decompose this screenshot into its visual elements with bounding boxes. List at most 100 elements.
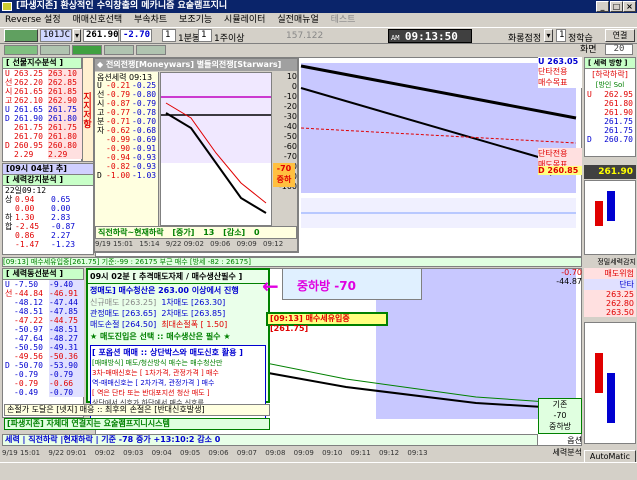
tab-5[interactable]	[136, 45, 166, 55]
data-row: -0.99 -0.69	[95, 135, 158, 144]
maximize-button[interactable]: □	[610, 1, 623, 12]
info-sub1: [매매방식] 매도/청산방식 매수는 매수청산만	[92, 359, 223, 367]
right-field[interactable]: 1	[556, 29, 566, 42]
popup-footer: 직전하락~현재하락 [중가] 13 [감소] 0	[95, 226, 297, 239]
menu-manual[interactable]: 실전매뉴얼	[277, 15, 318, 25]
data-row: 고 262.10 262.90	[3, 96, 82, 105]
period-label: 1분봉	[178, 34, 201, 44]
row-val-b: 261.80	[48, 114, 82, 123]
row-val-a: -2.45	[15, 222, 40, 231]
data-row: 상 0.94 0.65	[3, 195, 93, 204]
mini-candle-2	[607, 191, 615, 221]
price-tag-d: D 260.85	[538, 166, 582, 175]
popup-date-6: 09:12	[262, 240, 284, 248]
row-val-a: -0.79	[14, 370, 39, 379]
row-val-a: -0.94	[106, 153, 131, 162]
row-key: 합	[5, 222, 13, 231]
data-row: 261.75 261.75	[3, 123, 82, 132]
period-field[interactable]: 1	[162, 29, 176, 42]
row-val-a: -0.79	[14, 379, 39, 388]
tag-p1: 263.25	[584, 290, 636, 299]
screen-number[interactable]: 20	[605, 44, 633, 55]
data-row: 261.70 261.80	[3, 132, 82, 141]
row-key: 시	[5, 87, 13, 96]
data-row: -0.79 -0.79	[3, 370, 84, 379]
row-val-a: 0.86	[15, 231, 35, 240]
row-key: D	[587, 135, 592, 144]
row-key: D	[5, 141, 10, 150]
data-row: U 263.25 263.10	[3, 69, 82, 78]
close-button[interactable]: ×	[623, 1, 636, 12]
info-line4: 매도손절 [264.50] 최대손절폭 [ 1.50]	[88, 319, 268, 330]
code-dropdown-icon[interactable]: ▾	[73, 29, 81, 42]
data-row: 분 -0.71 -0.70	[95, 117, 158, 126]
tab-bar: 화면 20	[0, 44, 637, 56]
row-val-a: 261.65	[14, 105, 43, 114]
menu-reverse[interactable]: Reverse 설정	[5, 15, 61, 25]
menu-aux[interactable]: 보조기능	[179, 15, 212, 25]
row-key: 시	[97, 99, 105, 108]
data-row: 선 -44.84 -46.91	[3, 289, 84, 298]
tab-2[interactable]	[40, 45, 70, 55]
menu-test[interactable]: 테스트	[331, 15, 356, 25]
upper-right-tags: U 263.05 단타전용 매수목표	[538, 57, 582, 88]
tab-3[interactable]	[72, 45, 102, 55]
data-row: -47.64 -48.27	[3, 334, 84, 343]
row-key: 선	[5, 78, 13, 87]
row-val-b: 261.85	[48, 87, 82, 96]
tag-scalp-buy: 단타전용	[538, 66, 582, 77]
popup-chart	[160, 72, 272, 226]
data-row: -49.56 -50.36	[3, 352, 84, 361]
right-tab1[interactable]: 정학습	[568, 31, 593, 44]
force-rows: 상 0.94 0.65 0.00 0.00 하 1.30 2.83 합 -2.45 -0.87 0.8…	[3, 195, 93, 249]
price-field: 261.90	[83, 29, 119, 42]
row-val-b: 0.65	[51, 195, 71, 204]
clock-ampm: AM	[391, 34, 400, 42]
minimize-button[interactable]: _	[596, 1, 609, 12]
status-bar: 세력 | 직전하락 |현재하락 | 기준 -78 증가 +13:10:2 감소 …	[2, 434, 538, 446]
far-right-lower-chart	[584, 322, 636, 444]
tab-4[interactable]	[104, 45, 134, 55]
row-val-b: 2.83	[51, 213, 71, 222]
data-row: -50.50 -49.31	[3, 343, 84, 352]
force-analysis-panel: [09시 04분] 추] [ 세력강지분석 ] 22일09:12 상 0.94 0.…	[2, 163, 94, 255]
code-selector-button[interactable]	[4, 29, 38, 42]
popup-rows: U -0.21 -0.25 선 -0.79 -0.80 시 -0.87 -0.79 고 -0.77-…	[95, 81, 158, 180]
menu-sim[interactable]: 시뮬레이터	[224, 15, 265, 25]
row-val-a: 261.65	[14, 87, 43, 96]
connect-button[interactable]: 연결	[605, 29, 635, 42]
data-row: U 262.95	[585, 90, 635, 99]
row-val-b: 263.10	[48, 69, 82, 78]
data-row: -50.97 -48.51	[3, 325, 84, 334]
right-dropdown-icon[interactable]: ▾	[544, 29, 553, 42]
info-line3a: 관정매도 [263.65]	[90, 309, 157, 318]
code-field[interactable]: 101JC	[40, 29, 72, 42]
info-line2b: 1차매도 [263.30]	[161, 298, 226, 307]
period2-field[interactable]: 1	[198, 29, 212, 42]
row-val-a: -44.84	[14, 289, 43, 298]
info-sub4: [ 역은 단타 또는 반대포지션 청산 매도 ]	[92, 389, 210, 397]
row-key: 고	[5, 96, 13, 105]
row-val-b: -0.70	[49, 388, 84, 397]
data-row: D 260.70	[585, 135, 635, 144]
axis-tick: 10	[286, 72, 297, 81]
row-val-b: -49.31	[49, 343, 84, 352]
row-val-b: -0.87	[51, 222, 76, 231]
tab-1[interactable]	[4, 45, 38, 55]
menu-signal[interactable]: 매매신호선택	[72, 15, 122, 25]
row-val-b: -0.66	[49, 379, 84, 388]
axis-tick: -30	[283, 112, 297, 121]
axis-tick: -40	[283, 122, 297, 131]
menu-subchart[interactable]: 부속차트	[134, 15, 167, 25]
info-header: 09시 02분 [ 추격매도자제 / 매수생산필수 ]	[88, 270, 268, 284]
bottom-frame	[0, 462, 637, 480]
row-val-b: -0.93	[132, 162, 157, 171]
data-row: -48.51 -47.85	[3, 307, 84, 316]
popup-date-1: 9/19 15:01	[95, 240, 134, 248]
row-val-a: -50.50	[14, 343, 43, 352]
row-val-a: -50.97	[14, 325, 43, 334]
lower-date-6: 09:05	[179, 449, 201, 457]
row-val: 261.80	[604, 99, 633, 108]
popup-date-5: 09:09	[236, 240, 257, 248]
row-val-b: -46.91	[49, 289, 84, 298]
